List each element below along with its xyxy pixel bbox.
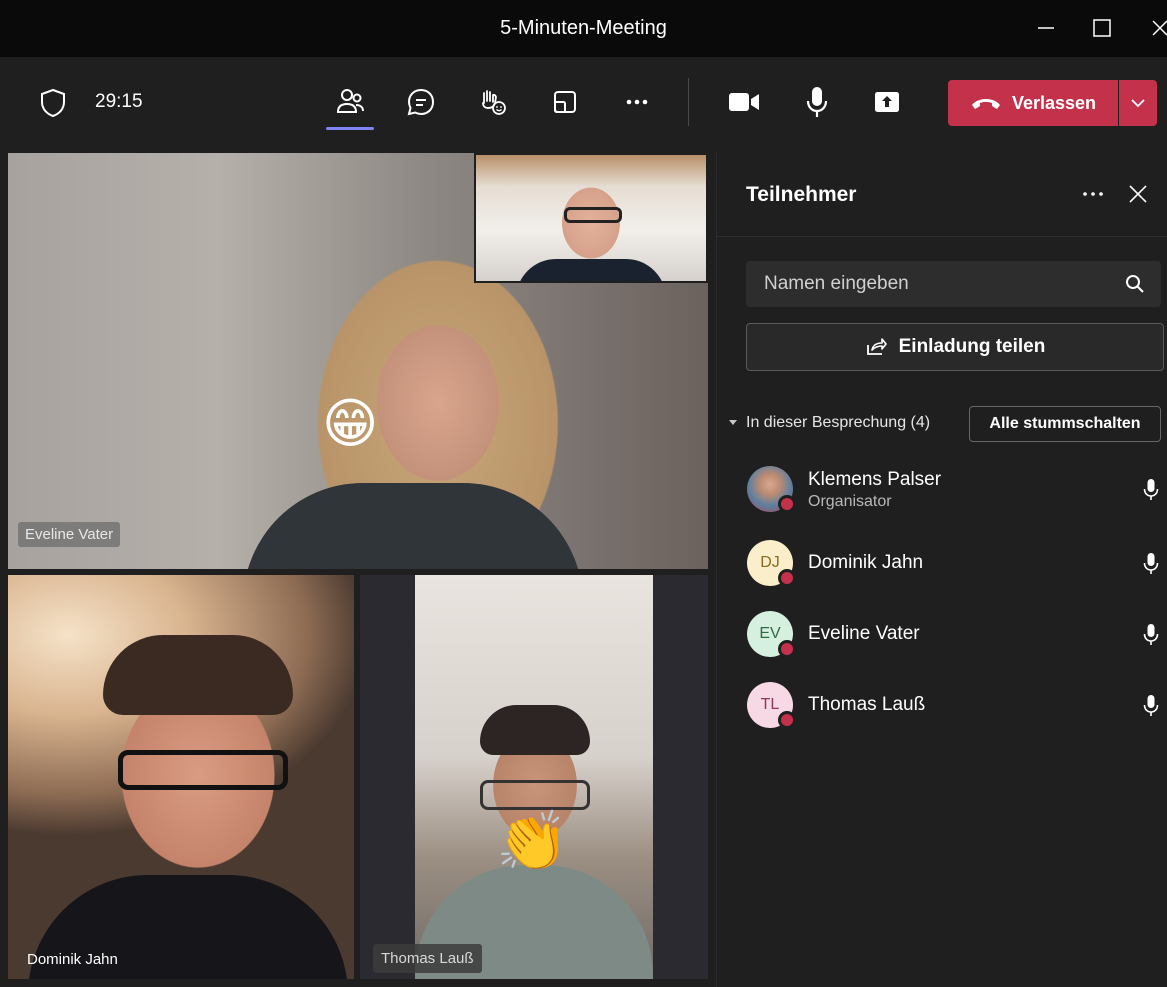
participant-name: Eveline Vater	[808, 623, 920, 644]
eveline-figure	[243, 483, 583, 569]
video-name-tag: Eveline Vater	[18, 522, 121, 547]
panel-more-button[interactable]	[1078, 180, 1108, 208]
participants-button[interactable]	[331, 84, 369, 120]
reactions-button[interactable]	[475, 84, 511, 120]
participant-name: Dominik Jahn	[808, 552, 924, 573]
leave-button-label: Verlassen	[1011, 92, 1097, 113]
reaction-clap-emoji: 👏	[496, 809, 569, 874]
thomas-glasses	[480, 780, 590, 810]
teams-meeting-window: 5-Minuten-Meeting 29:15 Verlassen 😁 👏 Ev…	[0, 0, 1167, 987]
meeting-timer: 29:15	[95, 91, 143, 112]
shield-icon	[41, 88, 65, 118]
thomas-camera-feed	[415, 575, 653, 979]
participants-active-indicator	[326, 127, 374, 130]
more-icon	[626, 99, 648, 105]
microphone-icon[interactable]	[1140, 623, 1162, 647]
klemens-glasses	[564, 207, 622, 223]
close-icon	[1129, 185, 1147, 203]
chat-button[interactable]	[403, 84, 439, 120]
microphone-icon	[806, 87, 828, 117]
participant-row[interactable]: DJ Dominik Jahn	[747, 538, 1161, 588]
view-button[interactable]	[547, 84, 583, 120]
minimize-icon	[1038, 27, 1054, 29]
phone-hangup-icon	[971, 99, 1000, 109]
camera-button[interactable]	[724, 84, 764, 120]
search-icon[interactable]	[1125, 274, 1145, 294]
panel-title: Teilnehmer	[746, 183, 857, 206]
microphone-icon[interactable]	[1140, 478, 1162, 502]
raise-hand-icon	[482, 90, 506, 115]
share-invite-button[interactable]: Einladung teilen	[746, 323, 1164, 371]
participant-name: Thomas Lauß	[808, 694, 926, 715]
chat-icon	[407, 88, 435, 116]
video-name-tag: Thomas Lauß	[373, 944, 482, 973]
microphone-button[interactable]	[799, 82, 835, 122]
in-meeting-section-toggle[interactable]: In dieser Besprechung (4)	[728, 414, 930, 432]
close-icon	[1152, 20, 1167, 36]
dominik-glasses	[118, 750, 288, 790]
share-screen-button[interactable]	[869, 84, 905, 120]
toolbar-divider	[688, 78, 689, 126]
klemens-figure	[516, 259, 666, 281]
presence-busy-indicator	[778, 569, 796, 587]
close-window-button[interactable]	[1140, 10, 1167, 46]
more-icon	[1083, 192, 1103, 196]
participant-search-box	[746, 261, 1161, 307]
presence-busy-indicator	[778, 640, 796, 658]
panel-divider	[716, 236, 1167, 237]
participant-row[interactable]: Klemens Palser Organisator	[747, 464, 1161, 514]
title-bar: 5-Minuten-Meeting	[0, 0, 1167, 57]
mute-all-button[interactable]: Alle stummschalten	[969, 406, 1161, 442]
participant-name: Klemens Palser	[808, 469, 942, 490]
security-button[interactable]	[36, 86, 70, 120]
share-invite-label: Einladung teilen	[898, 336, 1046, 357]
presence-busy-indicator	[778, 711, 796, 729]
maximize-button[interactable]	[1082, 10, 1122, 46]
maximize-icon	[1093, 19, 1111, 37]
microphone-icon[interactable]	[1140, 552, 1162, 576]
video-tile-klemens-self-view[interactable]	[474, 153, 708, 283]
section-label: In dieser Besprechung (4)	[746, 414, 931, 431]
share-screen-icon	[875, 92, 899, 112]
window-title: 5-Minuten-Meeting	[500, 17, 667, 39]
reaction-grin-emoji: 😁	[322, 394, 379, 454]
participant-row[interactable]: TL Thomas Lauß	[747, 680, 1161, 730]
chevron-down-icon	[1131, 99, 1145, 108]
video-name-tag: Dominik Jahn	[27, 951, 118, 968]
dominik-hair	[103, 635, 293, 715]
thomas-hair	[480, 705, 590, 755]
people-icon	[336, 89, 364, 113]
panel-close-button[interactable]	[1124, 180, 1152, 208]
share-invite-icon	[866, 338, 887, 355]
caret-down-icon	[729, 420, 737, 425]
participant-search-input[interactable]	[764, 273, 1125, 295]
view-icon	[554, 91, 576, 113]
leave-options-dropdown[interactable]	[1119, 80, 1157, 126]
minimize-button[interactable]	[1026, 10, 1066, 46]
participant-row[interactable]: EV Eveline Vater	[747, 609, 1161, 659]
more-actions-button[interactable]	[619, 84, 655, 120]
video-tile-thomas[interactable]	[360, 575, 708, 979]
leave-button[interactable]: Verlassen	[948, 80, 1118, 126]
video-camera-icon	[729, 93, 759, 111]
presence-busy-indicator	[778, 495, 796, 513]
video-tile-dominik[interactable]	[8, 575, 354, 979]
microphone-icon[interactable]	[1140, 694, 1162, 718]
participant-role: Organisator	[808, 493, 892, 510]
